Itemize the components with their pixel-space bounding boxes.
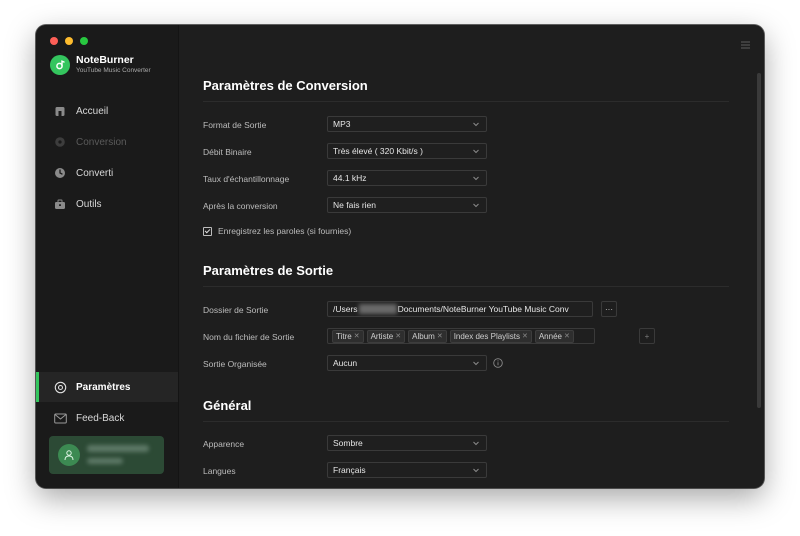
sidebar-item-label: Outils bbox=[76, 198, 102, 210]
chevron-down-icon bbox=[473, 468, 479, 473]
sidebar-item-conversion: Conversion bbox=[36, 127, 178, 157]
scrollbar[interactable] bbox=[757, 73, 761, 408]
remove-tag-icon[interactable]: ✕ bbox=[564, 332, 570, 340]
remove-tag-icon[interactable]: ✕ bbox=[395, 332, 401, 340]
sidebar: NoteBurner YouTube Music Converter Accue… bbox=[36, 25, 179, 488]
lyrics-checkbox-row[interactable]: Enregistrez les paroles (si fournies) bbox=[203, 226, 351, 236]
add-tag-button[interactable]: + bbox=[639, 328, 655, 344]
zoom-window-button[interactable] bbox=[80, 37, 88, 45]
app-name: NoteBurner bbox=[76, 54, 134, 66]
window-controls bbox=[50, 37, 88, 45]
settings-icon bbox=[53, 380, 67, 394]
section-title-general: Général bbox=[203, 398, 252, 413]
organized-output-value: Aucun bbox=[333, 358, 358, 368]
filename-tag[interactable]: Titre ✕ bbox=[332, 329, 364, 343]
sidebar-item-accueil[interactable]: Accueil bbox=[36, 96, 178, 126]
clock-icon bbox=[53, 166, 67, 180]
lyrics-checkbox[interactable] bbox=[203, 226, 212, 236]
section-divider bbox=[203, 286, 729, 287]
output-folder-prefix: /Users bbox=[333, 304, 358, 314]
user-avatar-icon bbox=[58, 444, 80, 466]
filename-tag[interactable]: Année ✕ bbox=[534, 329, 574, 343]
appearance-label: Apparence bbox=[203, 439, 245, 449]
filename-tag[interactable]: Album ✕ bbox=[408, 329, 447, 343]
account-email-redacted bbox=[87, 445, 149, 452]
sidebar-item-outils[interactable]: Outils bbox=[36, 189, 178, 219]
output-filename-label: Nom du fichier de Sortie bbox=[203, 332, 295, 342]
appearance-value: Sombre bbox=[333, 438, 363, 448]
samplerate-value: 44.1 kHz bbox=[333, 173, 367, 183]
section-title-conversion: Paramètres de Conversion bbox=[203, 78, 368, 93]
organized-output-select[interactable]: Aucun bbox=[327, 355, 487, 371]
sidebar-item-parametres[interactable]: Paramètres bbox=[36, 372, 178, 402]
output-folder-field[interactable]: /Users Documents/NoteBurner YouTube Musi… bbox=[327, 301, 593, 317]
sidebar-item-label: Feed-Back bbox=[76, 412, 125, 424]
settings-panel: Paramètres de Conversion Format de Sorti… bbox=[179, 25, 764, 488]
sidebar-item-label: Accueil bbox=[76, 105, 109, 117]
samplerate-label: Taux d'échantillonnage bbox=[203, 174, 290, 184]
app-window: NoteBurner YouTube Music Converter Accue… bbox=[36, 25, 764, 488]
remove-tag-icon[interactable]: ✕ bbox=[522, 332, 528, 340]
filename-tags-field[interactable]: Titre ✕ Artiste ✕ Album ✕ Index des Playlis… bbox=[327, 328, 595, 344]
filename-tag[interactable]: Index des Playlists ✕ bbox=[449, 329, 532, 343]
chevron-down-icon bbox=[473, 361, 479, 366]
info-icon[interactable] bbox=[493, 358, 503, 368]
chevron-down-icon bbox=[473, 441, 479, 446]
sidebar-item-label: Converti bbox=[76, 167, 114, 179]
output-folder-suffix: Documents/NoteBurner YouTube Music Conv bbox=[397, 304, 569, 314]
after-conversion-select[interactable]: Ne fais rien bbox=[327, 197, 487, 213]
section-title-output: Paramètres de Sortie bbox=[203, 263, 334, 278]
section-divider bbox=[203, 101, 729, 102]
format-value: MP3 bbox=[333, 119, 351, 129]
output-folder-label: Dossier de Sortie bbox=[203, 305, 269, 315]
mail-icon bbox=[53, 411, 67, 425]
language-select[interactable]: Français bbox=[327, 462, 487, 478]
conversion-icon bbox=[53, 135, 67, 149]
remove-tag-icon[interactable]: ✕ bbox=[354, 332, 360, 340]
format-select[interactable]: MP3 bbox=[327, 116, 487, 132]
app-subtitle: YouTube Music Converter bbox=[76, 67, 151, 74]
organized-output-label: Sortie Organisée bbox=[203, 359, 267, 369]
after-conversion-label: Après la conversion bbox=[203, 201, 278, 211]
minimize-window-button[interactable] bbox=[65, 37, 73, 45]
sidebar-item-converti[interactable]: Converti bbox=[36, 158, 178, 188]
language-value: Français bbox=[333, 465, 366, 475]
account-card[interactable] bbox=[49, 436, 164, 474]
chevron-down-icon bbox=[473, 176, 479, 181]
close-window-button[interactable] bbox=[50, 37, 58, 45]
bitrate-label: Débit Binaire bbox=[203, 147, 252, 157]
bitrate-value: Très élevé ( 320 Kbit/s ) bbox=[333, 146, 423, 156]
sidebar-item-label: Paramètres bbox=[76, 381, 131, 393]
browse-folder-button[interactable]: ··· bbox=[601, 301, 617, 317]
chevron-down-icon bbox=[473, 149, 479, 154]
section-divider bbox=[203, 421, 729, 422]
chevron-down-icon bbox=[473, 203, 479, 208]
samplerate-select[interactable]: 44.1 kHz bbox=[327, 170, 487, 186]
lyrics-label: Enregistrez les paroles (si fournies) bbox=[218, 226, 352, 236]
app-logo-icon bbox=[50, 55, 70, 75]
account-status-redacted bbox=[87, 458, 123, 464]
redacted-username bbox=[358, 304, 397, 314]
sidebar-item-label: Conversion bbox=[76, 136, 127, 148]
remove-tag-icon[interactable]: ✕ bbox=[437, 332, 443, 340]
appearance-select[interactable]: Sombre bbox=[327, 435, 487, 451]
hamburger-menu-icon[interactable] bbox=[741, 36, 750, 54]
chevron-down-icon bbox=[473, 122, 479, 127]
home-icon bbox=[53, 104, 67, 118]
language-label: Langues bbox=[203, 466, 236, 476]
filename-tag[interactable]: Artiste ✕ bbox=[366, 329, 406, 343]
after-conversion-value: Ne fais rien bbox=[333, 200, 376, 210]
app-brand: NoteBurner YouTube Music Converter bbox=[50, 55, 151, 75]
format-label: Format de Sortie bbox=[203, 120, 267, 130]
bitrate-select[interactable]: Très élevé ( 320 Kbit/s ) bbox=[327, 143, 487, 159]
sidebar-item-feedback[interactable]: Feed-Back bbox=[36, 403, 178, 433]
toolbox-icon bbox=[53, 197, 67, 211]
